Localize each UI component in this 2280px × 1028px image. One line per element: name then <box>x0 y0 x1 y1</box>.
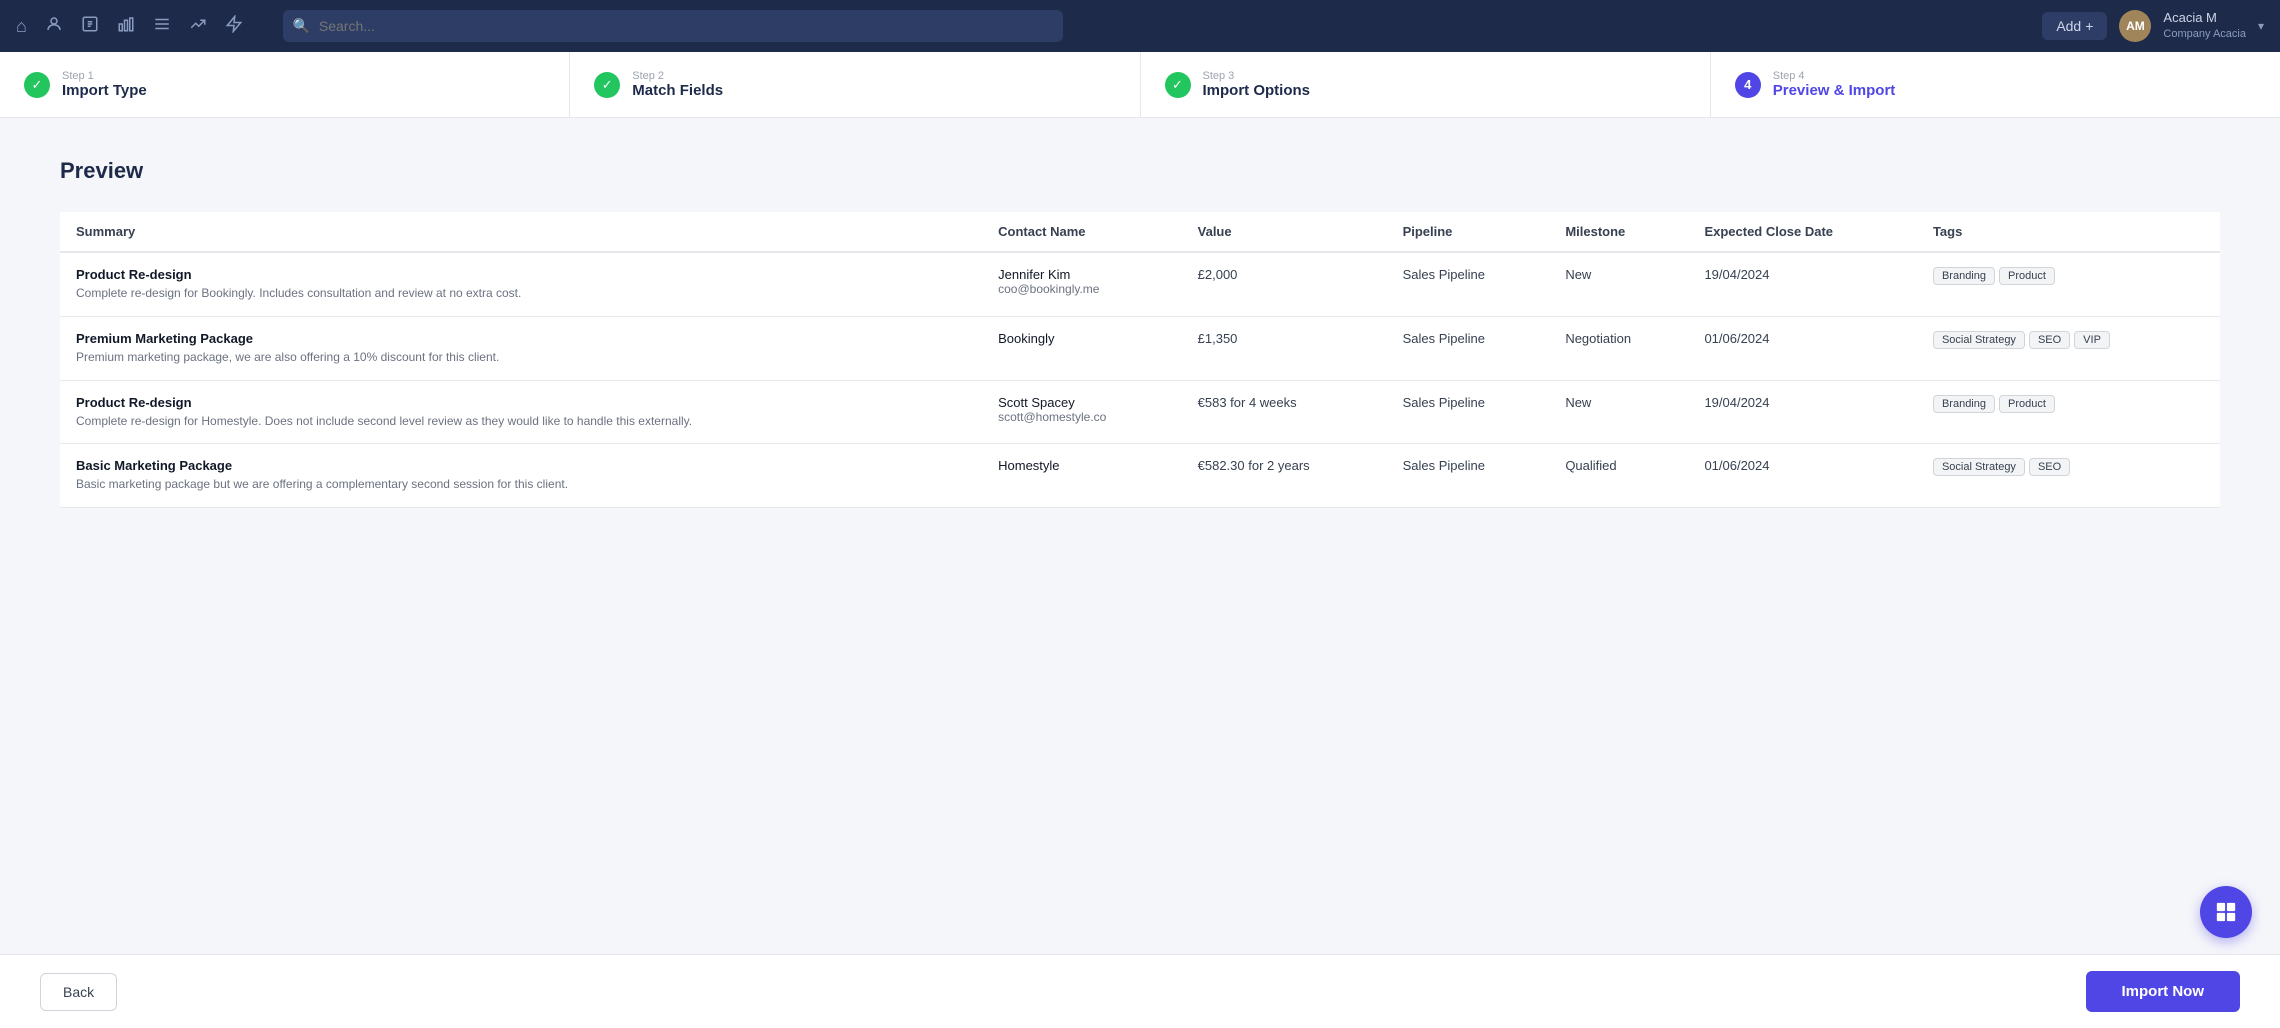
cell-close-date: 01/06/2024 <box>1688 444 1917 508</box>
step-2-label: Step 2 <box>632 70 723 82</box>
col-contact: Contact Name <box>982 212 1182 252</box>
avatar: AM <box>2119 10 2151 42</box>
col-tags: Tags <box>1917 212 2220 252</box>
tag: SEO <box>2029 331 2070 349</box>
step-3-title: Import Options <box>1203 82 1311 99</box>
cell-summary: Premium Marketing PackagePremium marketi… <box>60 316 982 380</box>
col-summary: Summary <box>60 212 982 252</box>
step-1-title: Import Type <box>62 82 147 99</box>
tasks-icon[interactable] <box>81 15 99 38</box>
cell-milestone: New <box>1549 380 1688 444</box>
cell-tags: BrandingProduct <box>1917 380 2220 444</box>
chart-icon[interactable] <box>117 15 135 38</box>
col-close-date: Expected Close Date <box>1688 212 1917 252</box>
top-navigation: ⌂ 🔍 Add + AM Acacia M <box>0 0 2280 52</box>
step-3[interactable]: ✓ Step 3 Import Options <box>1141 52 1711 117</box>
table-row: Product Re-designComplete re-design for … <box>60 252 2220 316</box>
add-button[interactable]: Add + <box>2042 12 2107 40</box>
step-4-label: Step 4 <box>1773 70 1896 82</box>
cell-contact: Homestyle <box>982 444 1182 508</box>
trend-icon[interactable] <box>189 15 207 38</box>
user-info: Acacia M Company Acacia <box>2163 10 2246 41</box>
cell-pipeline: Sales Pipeline <box>1387 444 1550 508</box>
cell-close-date: 19/04/2024 <box>1688 252 1917 316</box>
tag: Product <box>1999 395 2055 413</box>
step-4-title: Preview & Import <box>1773 82 1896 99</box>
tag: Branding <box>1933 267 1995 285</box>
cell-milestone: Qualified <box>1549 444 1688 508</box>
tag: Branding <box>1933 395 1995 413</box>
cell-contact: Jennifer Kimcoo@bookingly.me <box>982 252 1182 316</box>
back-button[interactable]: Back <box>40 973 117 1011</box>
nav-icons: ⌂ <box>16 15 243 38</box>
step-3-label: Step 3 <box>1203 70 1311 82</box>
table-row: Premium Marketing PackagePremium marketi… <box>60 316 2220 380</box>
cell-milestone: New <box>1549 252 1688 316</box>
cell-value: €582.30 for 2 years <box>1182 444 1387 508</box>
user-icon[interactable] <box>45 15 63 38</box>
col-pipeline: Pipeline <box>1387 212 1550 252</box>
col-milestone: Milestone <box>1549 212 1688 252</box>
step-4-num-icon: 4 <box>1735 72 1761 98</box>
step-2-check-icon: ✓ <box>594 72 620 98</box>
col-value: Value <box>1182 212 1387 252</box>
tag: VIP <box>2074 331 2110 349</box>
bottom-bar: Back Import Now <box>0 954 2280 1028</box>
table-row: Product Re-designComplete re-design for … <box>60 380 2220 444</box>
table-row: Basic Marketing PackageBasic marketing p… <box>60 444 2220 508</box>
step-3-check-icon: ✓ <box>1165 72 1191 98</box>
preview-title: Preview <box>60 158 2220 184</box>
main-content: Preview Summary Contact Name Value Pipel… <box>0 118 2280 548</box>
search-area: 🔍 <box>283 10 2002 42</box>
cell-close-date: 19/04/2024 <box>1688 380 1917 444</box>
cell-pipeline: Sales Pipeline <box>1387 380 1550 444</box>
cell-tags: Social StrategySEO <box>1917 444 2220 508</box>
step-2[interactable]: ✓ Step 2 Match Fields <box>570 52 1140 117</box>
step-4[interactable]: 4 Step 4 Preview & Import <box>1711 52 2280 117</box>
tag: Social Strategy <box>1933 331 2025 349</box>
cell-summary: Product Re-designComplete re-design for … <box>60 252 982 316</box>
cell-pipeline: Sales Pipeline <box>1387 252 1550 316</box>
cell-milestone: Negotiation <box>1549 316 1688 380</box>
cell-value: €583 for 4 weeks <box>1182 380 1387 444</box>
home-icon[interactable]: ⌂ <box>16 16 27 37</box>
step-1-label: Step 1 <box>62 70 147 82</box>
search-icon: 🔍 <box>293 18 310 35</box>
cell-summary: Basic Marketing PackageBasic marketing p… <box>60 444 982 508</box>
step-1[interactable]: ✓ Step 1 Import Type <box>0 52 570 117</box>
preview-table: Summary Contact Name Value Pipeline Mile… <box>60 212 2220 508</box>
topnav-right: Add + AM Acacia M Company Acacia ▾ <box>2042 10 2264 42</box>
cell-summary: Product Re-designComplete re-design for … <box>60 380 982 444</box>
cell-close-date: 01/06/2024 <box>1688 316 1917 380</box>
cell-tags: BrandingProduct <box>1917 252 2220 316</box>
step-2-title: Match Fields <box>632 82 723 99</box>
cell-contact: Bookingly <box>982 316 1182 380</box>
chevron-down-icon[interactable]: ▾ <box>2258 19 2264 33</box>
steps-bar: ✓ Step 1 Import Type ✓ Step 2 Match Fiel… <box>0 52 2280 118</box>
tag: Social Strategy <box>1933 458 2025 476</box>
cell-contact: Scott Spaceyscott@homestyle.co <box>982 380 1182 444</box>
list-icon[interactable] <box>153 15 171 38</box>
cell-value: £1,350 <box>1182 316 1387 380</box>
fab-button[interactable] <box>2200 886 2252 938</box>
cell-tags: Social StrategySEOVIP <box>1917 316 2220 380</box>
tag: Product <box>1999 267 2055 285</box>
search-input[interactable] <box>283 10 1063 42</box>
cell-value: £2,000 <box>1182 252 1387 316</box>
import-now-button[interactable]: Import Now <box>2086 971 2241 1012</box>
step-1-check-icon: ✓ <box>24 72 50 98</box>
bolt-icon[interactable] <box>225 15 243 38</box>
cell-pipeline: Sales Pipeline <box>1387 316 1550 380</box>
tag: SEO <box>2029 458 2070 476</box>
